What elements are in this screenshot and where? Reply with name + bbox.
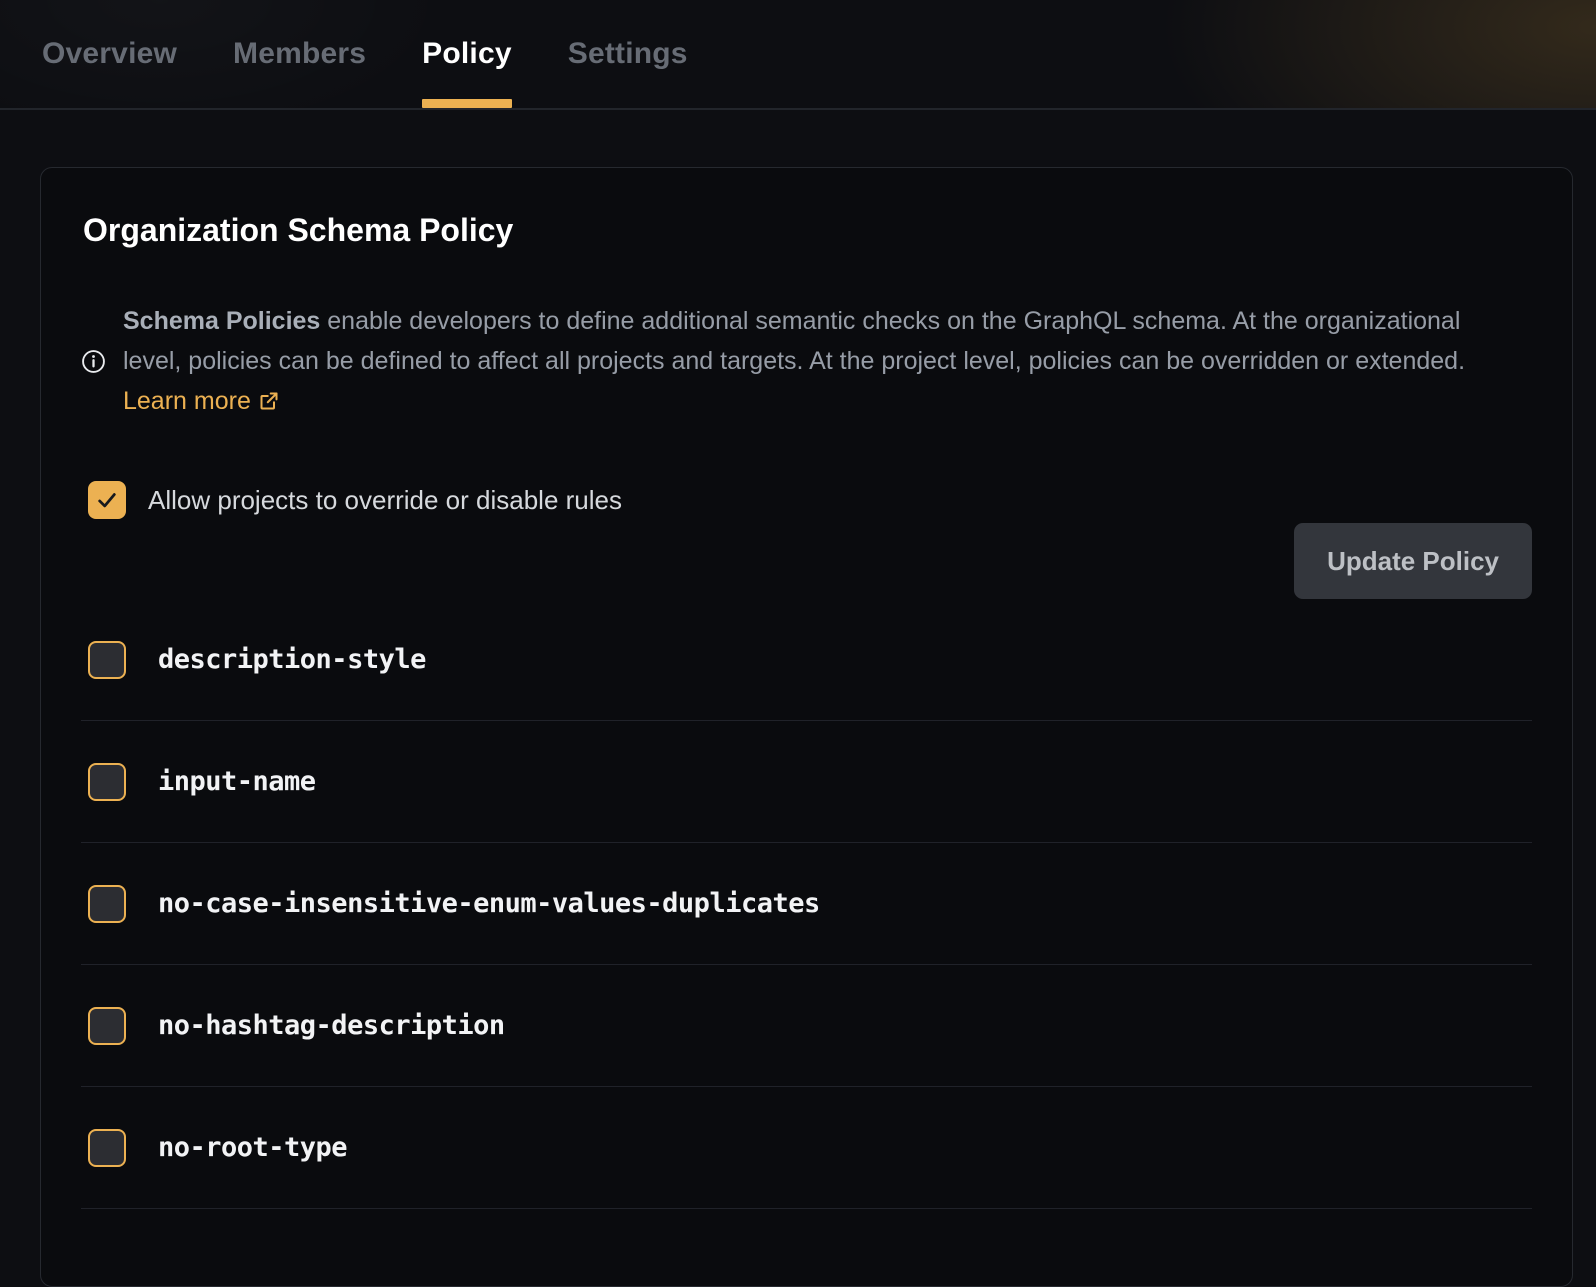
- rule-checkbox-no-root-type[interactable]: [88, 1129, 126, 1167]
- policy-description-body: enable developers to define additional s…: [123, 307, 1465, 375]
- tab-bar: Overview Members Policy Settings: [0, 0, 1596, 110]
- external-link-icon: [259, 391, 279, 411]
- allow-override-row: Allow projects to override or disable ru…: [88, 480, 1532, 520]
- rule-row-no-case-insensitive-enum-values-duplicates: no-case-insensitive-enum-values-duplicat…: [81, 843, 1532, 965]
- checkmark-icon: [96, 489, 118, 511]
- rule-name: description-style: [158, 644, 426, 675]
- tab-settings-label: Settings: [568, 37, 688, 71]
- policy-rules-list: description-style input-name no-case-ins…: [81, 599, 1532, 1209]
- tab-overview-label: Overview: [42, 37, 177, 71]
- update-policy-button[interactable]: Update Policy: [1294, 523, 1532, 599]
- schema-policy-card: Organization Schema Policy Schema Polici…: [40, 167, 1573, 1287]
- rule-name: no-case-insensitive-enum-values-duplicat…: [158, 888, 820, 919]
- tab-members[interactable]: Members: [233, 0, 366, 108]
- learn-more-link[interactable]: Learn more: [123, 387, 279, 415]
- rule-checkbox-no-case-insensitive-enum-values-duplicates[interactable]: [88, 885, 126, 923]
- rule-name: no-hashtag-description: [158, 1010, 505, 1041]
- rule-name: no-root-type: [158, 1132, 347, 1163]
- rule-row-description-style: description-style: [81, 599, 1532, 721]
- tab-policy-label: Policy: [422, 37, 512, 71]
- allow-override-label: Allow projects to override or disable ru…: [148, 485, 622, 516]
- rule-name: input-name: [158, 766, 316, 797]
- rule-checkbox-no-hashtag-description[interactable]: [88, 1007, 126, 1045]
- page-title: Organization Schema Policy: [83, 210, 1532, 250]
- policy-description-lead: Schema Policies: [123, 307, 320, 335]
- tab-members-label: Members: [233, 37, 366, 71]
- tab-policy[interactable]: Policy: [422, 0, 512, 108]
- tab-overview[interactable]: Overview: [42, 0, 177, 108]
- policy-description: Schema Policies enable developers to def…: [123, 301, 1498, 421]
- actions-row: Update Policy: [81, 523, 1532, 599]
- allow-override-checkbox[interactable]: [88, 481, 126, 519]
- info-icon: [81, 349, 106, 374]
- learn-more-label: Learn more: [123, 387, 251, 415]
- policy-info-callout: Schema Policies enable developers to def…: [81, 276, 1532, 446]
- rule-checkbox-input-name[interactable]: [88, 763, 126, 801]
- rule-row-no-hashtag-description: no-hashtag-description: [81, 965, 1532, 1087]
- rule-row-no-root-type: no-root-type: [81, 1087, 1532, 1209]
- rule-checkbox-description-style[interactable]: [88, 641, 126, 679]
- active-tab-underline: [422, 99, 512, 108]
- tab-settings[interactable]: Settings: [568, 0, 688, 108]
- rule-row-input-name: input-name: [81, 721, 1532, 843]
